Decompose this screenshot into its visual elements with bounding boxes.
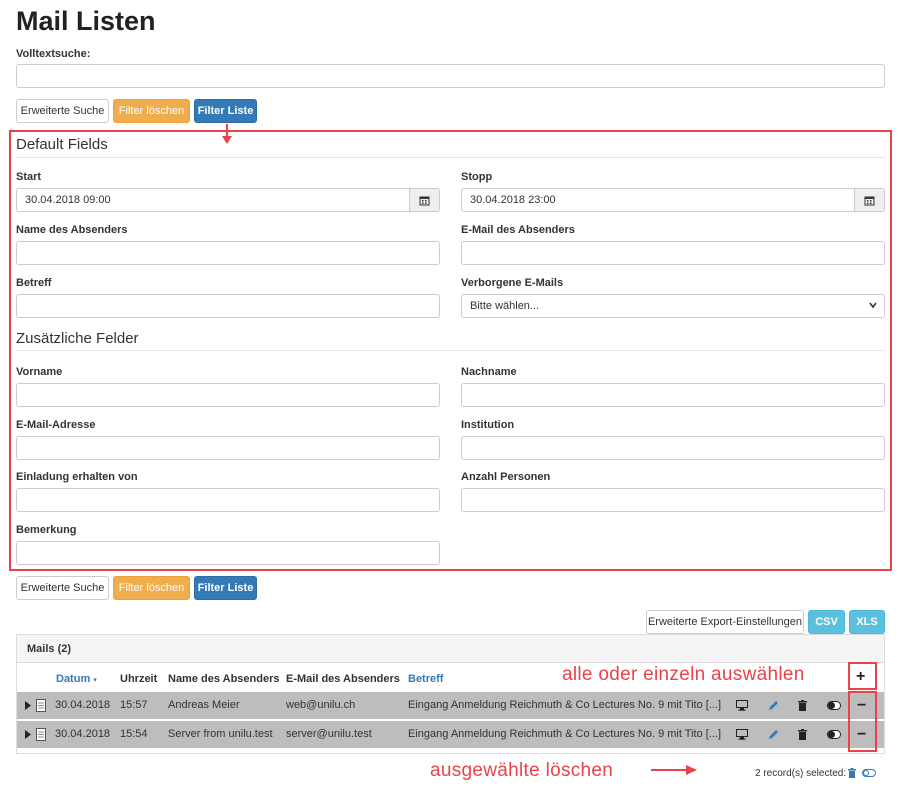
pencil-icon[interactable] — [768, 700, 779, 711]
persons-input[interactable] — [461, 488, 885, 512]
advanced-search-button[interactable]: Erweiterte Suche — [16, 99, 109, 123]
trash-icon[interactable] — [798, 700, 807, 711]
email-input[interactable] — [16, 436, 440, 460]
default-fields-title: Default Fields — [16, 136, 108, 153]
remark-label: Bemerkung — [16, 524, 77, 536]
cell-subject: Eingang Anmeldung Reichmuth & Co Lecture… — [408, 728, 722, 740]
caret-right-icon[interactable] — [25, 701, 31, 710]
table-row[interactable]: 30.04.2018 15:54 Server from unilu.test … — [17, 721, 884, 749]
trash-icon[interactable] — [848, 768, 856, 778]
section-divider — [16, 350, 885, 351]
monitor-icon[interactable] — [736, 729, 748, 740]
hidden-emails-selected: Bitte wählen... — [470, 300, 540, 312]
institution-label: Institution — [461, 419, 515, 431]
trash-icon[interactable] — [798, 729, 807, 740]
column-time: Uhrzeit — [120, 673, 158, 685]
clear-filter-button[interactable]: Filter löschen — [113, 99, 190, 123]
export-settings-button[interactable]: Erweiterte Export-Einstellungen — [646, 610, 804, 634]
email-label: E-Mail-Adresse — [16, 419, 96, 431]
export-csv-button[interactable]: CSV — [808, 610, 845, 634]
cell-subject: Eingang Anmeldung Reichmuth & Co Lecture… — [408, 699, 722, 711]
document-icon — [36, 699, 46, 712]
document-icon — [36, 728, 46, 741]
calendar-icon — [419, 196, 430, 205]
annotation-box-row-select — [848, 691, 877, 752]
subject-label: Betreff — [16, 277, 52, 289]
cell-date: 30.04.2018 — [55, 728, 111, 740]
stop-date-value: 30.04.2018 23:00 — [470, 194, 556, 206]
section-divider — [16, 157, 885, 158]
lastname-label: Nachname — [461, 366, 517, 378]
start-date-value: 30.04.2018 09:00 — [25, 194, 111, 206]
column-date-label: Datum — [56, 673, 91, 685]
toggle-icon[interactable] — [827, 701, 841, 710]
toggle-icon[interactable] — [862, 769, 876, 777]
sender-email-input[interactable] — [461, 241, 885, 265]
table-row[interactable]: 30.04.2018 15:57 Andreas Meier web@unilu… — [17, 692, 884, 720]
sender-name-label: Name des Absenders — [16, 224, 128, 236]
cell-sender-email: server@unilu.test — [286, 728, 372, 740]
invited-by-label: Einladung erhalten von — [16, 471, 138, 483]
stop-date-field[interactable]: 30.04.2018 23:00 — [461, 188, 885, 212]
remark-input[interactable] — [16, 541, 440, 565]
filter-list-button-bottom[interactable]: Filter Liste — [194, 576, 257, 600]
subject-input[interactable] — [16, 294, 440, 318]
sender-name-input[interactable] — [16, 241, 440, 265]
annotation-delete-hint: ausgewählte löschen — [430, 760, 614, 781]
chevron-down-icon — [869, 302, 877, 309]
caret-right-icon[interactable] — [25, 730, 31, 739]
cell-time: 15:54 — [120, 728, 148, 740]
stop-calendar-button[interactable] — [854, 189, 884, 211]
sort-down-icon: ▾ — [93, 677, 97, 684]
hidden-emails-label: Verborgene E-Mails — [461, 277, 564, 289]
start-calendar-button[interactable] — [409, 189, 439, 211]
column-date-sort[interactable]: Datum ▾ — [56, 673, 97, 685]
extra-fields-title: Zusätzliche Felder — [16, 330, 139, 347]
annotation-box-select-all — [848, 662, 877, 690]
hidden-emails-select[interactable]: Bitte wählen... — [461, 294, 885, 318]
page-title: Mail Listen — [16, 6, 156, 36]
stop-label: Stopp — [461, 171, 493, 183]
cell-sender-email: web@unilu.ch — [286, 699, 356, 711]
annotation-select-hint: alle oder einzeln auswählen — [562, 664, 805, 685]
export-xls-button[interactable]: XLS — [849, 610, 885, 634]
panel-heading: Mails (2) — [17, 635, 884, 663]
persons-label: Anzahl Personen — [461, 471, 551, 483]
annotation-arrow-right — [651, 765, 697, 775]
institution-input[interactable] — [461, 436, 885, 460]
column-sender-email: E-Mail des Absenders — [286, 673, 400, 685]
mails-panel: Mails (2) Datum ▾ Uhrzeit Name des Absen… — [16, 634, 885, 754]
sender-email-label: E-Mail des Absenders — [461, 224, 575, 236]
cell-sender-name: Andreas Meier — [168, 699, 240, 711]
firstname-input[interactable] — [16, 383, 440, 407]
column-sender-name: Name des Absenders — [168, 673, 280, 685]
column-subject[interactable]: Betreff — [408, 673, 443, 685]
selection-status: 2 record(s) selected: — [755, 768, 847, 779]
calendar-icon — [864, 196, 875, 205]
search-label: Volltextsuche: — [16, 48, 91, 60]
advanced-search-button-bottom[interactable]: Erweiterte Suche — [16, 576, 109, 600]
cell-date: 30.04.2018 — [55, 699, 111, 711]
search-input[interactable] — [16, 64, 885, 88]
monitor-icon[interactable] — [736, 700, 748, 711]
invited-by-input[interactable] — [16, 488, 440, 512]
clear-filter-button-bottom[interactable]: Filter löschen — [113, 576, 190, 600]
cell-time: 15:57 — [120, 699, 148, 711]
lastname-input[interactable] — [461, 383, 885, 407]
cell-sender-name: Server from unilu.test — [168, 728, 273, 740]
toggle-icon[interactable] — [827, 730, 841, 739]
filter-list-button[interactable]: Filter Liste — [194, 99, 257, 123]
start-label: Start — [16, 171, 42, 183]
pencil-icon[interactable] — [768, 729, 779, 740]
start-date-field[interactable]: 30.04.2018 09:00 — [16, 188, 440, 212]
firstname-label: Vorname — [16, 366, 63, 378]
panel-title: Mails (2) — [27, 643, 72, 655]
